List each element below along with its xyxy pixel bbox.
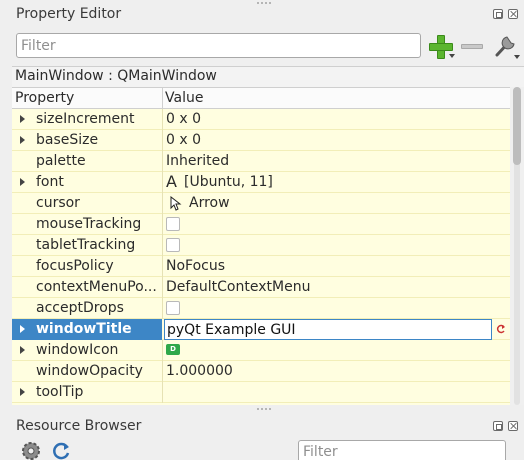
reset-value-button[interactable] xyxy=(494,322,508,336)
reload-icon[interactable] xyxy=(50,440,72,460)
resource-filter-input[interactable] xyxy=(298,440,506,460)
expand-arrow-icon[interactable] xyxy=(20,325,25,333)
property-table-scrollbar[interactable] xyxy=(510,87,524,405)
property-name: toolTip xyxy=(36,384,84,400)
expand-arrow-icon[interactable] xyxy=(20,388,25,396)
property-value[interactable]: Inherited xyxy=(166,153,229,169)
header-property[interactable]: Property xyxy=(15,90,74,106)
tablet-tracking-checkbox[interactable] xyxy=(166,238,180,252)
property-row-baseSize[interactable]: baseSize 0 x 0 xyxy=(12,130,510,151)
plus-icon xyxy=(429,35,453,59)
arrow-cursor-icon xyxy=(170,196,182,211)
property-row-toolTip[interactable]: toolTip xyxy=(12,382,510,403)
float-icon[interactable] xyxy=(493,421,503,431)
resource-browser-title: Resource Browser xyxy=(16,418,142,434)
property-name: windowTitle xyxy=(36,321,132,337)
property-row-cursor[interactable]: cursor Arrow xyxy=(12,193,510,214)
property-table: Property Value sizeIncrement 0 x 0 baseS… xyxy=(12,87,510,405)
property-row-acceptDrops[interactable]: acceptDrops xyxy=(12,298,510,319)
property-row-palette[interactable]: palette Inherited xyxy=(12,151,510,172)
expand-arrow-icon[interactable] xyxy=(20,346,25,354)
property-row-windowIcon[interactable]: windowIcon D xyxy=(12,340,510,361)
property-name: tabletTracking xyxy=(36,237,136,253)
property-value[interactable]: Arrow xyxy=(189,195,230,211)
property-row-tabletTracking[interactable]: tabletTracking xyxy=(12,235,510,256)
configure-button[interactable] xyxy=(490,31,520,61)
property-row-windowTitle[interactable]: windowTitle xyxy=(12,319,510,340)
property-value[interactable]: 1.000000 xyxy=(166,363,233,379)
reset-arrow-icon xyxy=(496,324,505,334)
property-value[interactable]: [Ubuntu, 11] xyxy=(184,174,273,190)
property-filter-input[interactable] xyxy=(16,33,421,58)
property-value[interactable]: 0 x 0 xyxy=(166,132,201,148)
minus-icon xyxy=(461,43,483,49)
property-editor-title: Property Editor xyxy=(16,6,122,22)
window-icon-preview-icon[interactable]: D xyxy=(166,344,180,355)
mouse-tracking-checkbox[interactable] xyxy=(166,217,180,231)
property-row-sizeIncrement[interactable]: sizeIncrement 0 x 0 xyxy=(12,109,510,130)
property-name: windowOpacity xyxy=(36,363,143,379)
property-name: acceptDrops xyxy=(36,300,124,316)
property-name: font xyxy=(36,174,64,190)
chevron-down-icon xyxy=(514,55,520,59)
property-editor-titlebar: Property Editor xyxy=(0,0,524,28)
gear-icon[interactable] xyxy=(20,440,42,460)
property-value[interactable]: DefaultContextMenu xyxy=(166,279,310,295)
property-name: windowIcon xyxy=(36,342,119,358)
property-name: cursor xyxy=(36,195,80,211)
property-name: palette xyxy=(36,153,86,169)
property-row-focusPolicy[interactable]: focusPolicy NoFocus xyxy=(12,256,510,277)
close-icon[interactable] xyxy=(508,421,518,431)
property-value[interactable]: NoFocus xyxy=(166,258,225,274)
property-row-contextMenuPolicy[interactable]: contextMenuPo... DefaultContextMenu xyxy=(12,277,510,298)
property-row-mouseTracking[interactable]: mouseTracking xyxy=(12,214,510,235)
resource-browser-titlebar: Resource Browser xyxy=(0,412,524,440)
property-row-font[interactable]: font A [Ubuntu, 11] xyxy=(12,172,510,193)
scrollbar-thumb[interactable] xyxy=(513,87,521,165)
property-name: contextMenuPo... xyxy=(36,279,157,295)
window-title-editor[interactable] xyxy=(164,319,492,340)
object-class-text: MainWindow : QMainWindow xyxy=(15,68,217,84)
add-property-button[interactable] xyxy=(426,33,455,59)
property-name: focusPolicy xyxy=(36,258,114,274)
expand-arrow-icon[interactable] xyxy=(20,115,25,123)
property-row-windowOpacity[interactable]: windowOpacity 1.000000 xyxy=(12,361,510,382)
chevron-down-icon xyxy=(449,54,455,58)
dock-splitter-grip[interactable] xyxy=(257,408,271,410)
font-icon: A xyxy=(166,172,177,191)
property-name: mouseTracking xyxy=(36,216,142,232)
header-value[interactable]: Value xyxy=(165,90,203,106)
property-value[interactable]: 0 x 0 xyxy=(166,111,201,127)
accept-drops-checkbox[interactable] xyxy=(166,301,180,315)
expand-arrow-icon[interactable] xyxy=(20,178,25,186)
property-name: baseSize xyxy=(36,132,99,148)
remove-property-button[interactable] xyxy=(459,33,485,59)
expand-arrow-icon[interactable] xyxy=(20,136,25,144)
property-name: sizeIncrement xyxy=(36,111,135,127)
object-class-label: MainWindow : QMainWindow xyxy=(12,66,524,87)
header-divider[interactable] xyxy=(162,88,163,109)
float-icon[interactable] xyxy=(493,9,503,19)
close-icon[interactable] xyxy=(508,9,518,19)
table-header: Property Value xyxy=(12,87,510,109)
